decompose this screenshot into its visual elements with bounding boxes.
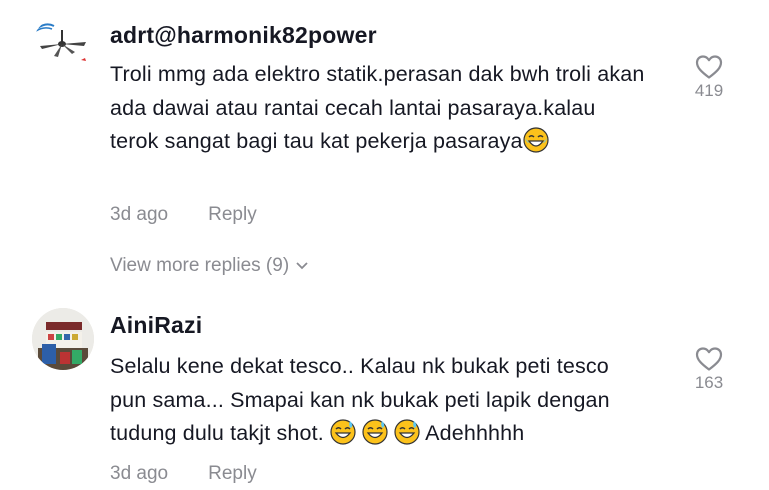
reply-button[interactable]: Reply	[208, 204, 257, 225]
comment-text-tail: Adehhhhh	[425, 421, 525, 445]
avatar[interactable]	[32, 16, 94, 78]
comment-item: AiniRazi Selalu kene dekat tesco.. Kalau…	[0, 290, 769, 490]
timestamp: 3d ago	[110, 204, 169, 225]
heart-outline-icon	[695, 347, 723, 371]
comment-text-body: Troli mmg ada elektro statik.perasan dak…	[110, 62, 645, 153]
like-count: 163	[694, 373, 724, 392]
heart-outline-icon	[695, 55, 723, 79]
chevron-down-icon	[296, 262, 308, 270]
username[interactable]: adrt@harmonik82power	[110, 22, 377, 49]
comment-text: Troli mmg ada elektro statik.perasan dak…	[110, 58, 650, 159]
view-more-replies-button[interactable]: View more replies (9)	[110, 255, 309, 277]
comment-text: Selalu kene dekat tesco.. Kalau nk bukak…	[110, 350, 650, 451]
like-count: 419	[694, 81, 724, 100]
reply-button[interactable]: Reply	[208, 463, 257, 484]
username[interactable]: AiniRazi	[110, 312, 202, 339]
comment-meta: 3d ago Reply	[110, 204, 257, 226]
avatar[interactable]	[32, 308, 94, 370]
timestamp: 3d ago	[110, 463, 169, 484]
like-button[interactable]: 163	[684, 346, 734, 393]
grinning-face-with-sweat-emoji	[330, 419, 356, 445]
profile-photo-icon	[32, 308, 94, 370]
ceiling-fan-icon	[35, 23, 86, 61]
comment-text-body: Selalu kene dekat tesco.. Kalau nk bukak…	[110, 354, 610, 445]
grinning-face-with-sweat-emoji	[394, 419, 420, 445]
face-with-tears-of-joy-emoji	[523, 127, 549, 153]
comment-item: adrt@harmonik82power Troli mmg ada elekt…	[0, 0, 769, 290]
view-more-replies-label: View more replies (9)	[110, 255, 290, 276]
comment-meta: 3d ago Reply	[110, 463, 257, 485]
grinning-face-with-sweat-emoji	[362, 419, 388, 445]
like-button[interactable]: 419	[684, 54, 734, 101]
